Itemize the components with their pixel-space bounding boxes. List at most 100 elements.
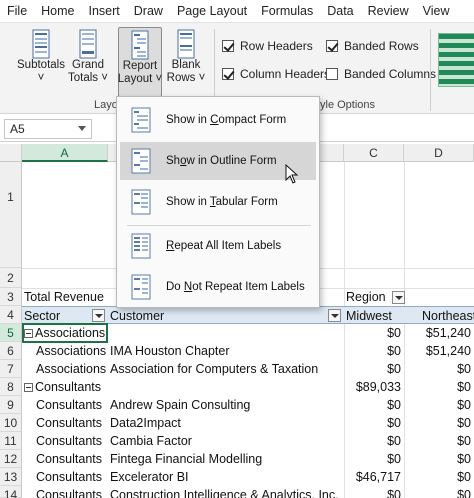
subtotals-button[interactable]: Subtotals ˅	[16, 27, 66, 97]
subtotals-label-2: ˅	[37, 72, 45, 84]
checkbox-box	[326, 68, 338, 80]
row-header-6[interactable]: 6	[0, 342, 22, 360]
northeast-value[interactable]: $0	[404, 486, 474, 498]
menu-label: Do Not Repeat Item Labels	[166, 281, 305, 293]
group-cell-consultants[interactable]: Consultants	[24, 378, 108, 396]
no-repeat-labels-icon	[131, 274, 151, 300]
northeast-value[interactable]: $0	[404, 468, 474, 486]
midwest-value[interactable]: $0	[344, 360, 404, 378]
tab-draw[interactable]: Draw	[127, 0, 170, 22]
northeast-value[interactable]: $0	[404, 360, 474, 378]
northeast-value[interactable]: $51,240	[404, 342, 474, 360]
outline-form-icon	[131, 148, 151, 174]
menu-item-compact-form[interactable]: Show in Compact Form	[120, 101, 316, 139]
midwest-value[interactable]: $0	[344, 450, 404, 468]
tab-review[interactable]: Review	[361, 0, 416, 22]
tab-view[interactable]: View	[416, 0, 457, 22]
customer-cell[interactable]: Fintega Financial Modelling	[110, 450, 344, 468]
row-header-2[interactable]: 2	[0, 268, 22, 288]
menu-item-do-not-repeat-item-labels[interactable]: Do Not Repeat Item Labels	[120, 268, 316, 306]
banded-rows-checkbox[interactable]: Banded Rows	[326, 39, 419, 53]
row-header-1[interactable]: 1	[0, 162, 22, 268]
column-header-d[interactable]: D	[404, 144, 474, 162]
column-header-a[interactable]: A	[22, 144, 108, 162]
row-header-9[interactable]: 9	[0, 396, 22, 414]
northeast-value[interactable]: $0	[404, 450, 474, 468]
report-layout-button[interactable]: Report Layout ˅	[118, 27, 162, 97]
select-all-corner[interactable]	[0, 144, 22, 162]
collapse-icon[interactable]	[24, 383, 33, 393]
tab-data[interactable]: Data	[320, 0, 360, 22]
sector-cell[interactable]: Consultants	[36, 396, 108, 414]
northeast-value[interactable]: $0	[404, 378, 474, 396]
customer-cell[interactable]: IMA Houston Chapter	[110, 342, 344, 360]
midwest-value[interactable]: $0	[344, 342, 404, 360]
grand-totals-label-2: Totals ˅	[68, 72, 108, 84]
tab-file[interactable]: File	[0, 0, 34, 22]
style-options-group-label: yle Options	[320, 99, 376, 111]
northeast-value[interactable]: $0	[404, 396, 474, 414]
midwest-value[interactable]: $0	[344, 414, 404, 432]
pivot-style-swatch[interactable]	[438, 33, 474, 87]
menu-item-tabular-form[interactable]: Show in Tabular Form	[120, 183, 316, 221]
group-label: Consultants	[35, 380, 102, 394]
midwest-header[interactable]: Midwest	[344, 306, 404, 324]
sector-cell[interactable]: Consultants	[36, 432, 108, 450]
row-header-5[interactable]: 5	[0, 324, 22, 342]
chevron-down-icon[interactable]	[78, 126, 86, 131]
midwest-value[interactable]: $0	[344, 324, 404, 342]
customer-cell[interactable]: Excelerator BI	[110, 468, 344, 486]
pivot-region-label[interactable]: Region	[346, 288, 390, 306]
customer-cell[interactable]: Andrew Spain Consulting	[110, 396, 344, 414]
northeast-value[interactable]: $0	[404, 432, 474, 450]
menu-item-repeat-all-item-labels[interactable]: Repeat All Item Labels	[120, 227, 316, 265]
region-filter-button[interactable]	[392, 291, 405, 304]
row-headers-checkbox[interactable]: Row Headers	[222, 39, 313, 53]
row-header-13[interactable]: 13	[0, 468, 22, 486]
row-header-8[interactable]: 8	[0, 378, 22, 396]
northeast-value[interactable]: $51,240	[404, 324, 474, 342]
customer-cell[interactable]: Association for Computers & Taxation	[110, 360, 344, 378]
row-header-4[interactable]: 4	[0, 306, 22, 324]
sector-cell[interactable]: Associations	[36, 360, 108, 378]
northeast-header[interactable]: Northeast	[404, 306, 474, 324]
midwest-value[interactable]: $0	[344, 396, 404, 414]
checkbox-box	[222, 40, 234, 52]
grand-totals-button[interactable]: Grand Totals ˅	[68, 27, 108, 97]
row-header-12[interactable]: 12	[0, 450, 22, 468]
column-headers-checkbox[interactable]: Column Headers	[222, 67, 330, 81]
sector-cell[interactable]: Consultants	[36, 414, 108, 432]
row-header-11[interactable]: 11	[0, 432, 22, 450]
northeast-value[interactable]: $0	[404, 414, 474, 432]
midwest-value[interactable]: $46,717	[344, 468, 404, 486]
sector-cell[interactable]: Consultants	[36, 468, 108, 486]
tab-insert[interactable]: Insert	[82, 0, 127, 22]
row-header-10[interactable]: 10	[0, 414, 22, 432]
customer-filter-button[interactable]	[328, 309, 341, 322]
row-header-7[interactable]: 7	[0, 360, 22, 378]
tab-formulas[interactable]: Formulas	[254, 0, 320, 22]
customer-cell[interactable]: Data2Impact	[110, 414, 344, 432]
row-header-3[interactable]: 3	[0, 288, 22, 306]
sector-cell[interactable]: Consultants	[36, 486, 108, 498]
blank-rows-button[interactable]: Blank Rows ˅	[166, 27, 206, 97]
customer-header[interactable]: Customer	[108, 306, 344, 324]
tab-home[interactable]: Home	[34, 0, 81, 22]
column-header-c[interactable]: C	[344, 144, 404, 162]
sector-filter-button[interactable]	[92, 309, 105, 322]
midwest-value[interactable]: $89,033	[344, 378, 404, 396]
sector-cell[interactable]: Consultants	[36, 450, 108, 468]
customer-cell[interactable]: Cambia Factor	[110, 432, 344, 450]
customer-cell[interactable]: Construction Intelligence & Analytics, I…	[110, 486, 344, 498]
report-layout-icon	[131, 30, 149, 60]
tab-page-layout[interactable]: Page Layout	[170, 0, 254, 22]
sector-cell[interactable]: Associations	[36, 342, 108, 360]
banded-columns-checkbox[interactable]: Banded Columns	[326, 67, 436, 81]
row-header-14[interactable]: 14	[0, 486, 22, 498]
ribbon-tab-bar: File Home Insert Draw Page Layout Formul…	[0, 0, 474, 22]
midwest-value[interactable]: $0	[344, 432, 404, 450]
blank-rows-label-2: Rows ˅	[166, 72, 206, 84]
midwest-value[interactable]: $0	[344, 486, 404, 498]
sector-header-label: Sector	[24, 309, 61, 323]
report-layout-label-1: Report	[122, 60, 158, 72]
